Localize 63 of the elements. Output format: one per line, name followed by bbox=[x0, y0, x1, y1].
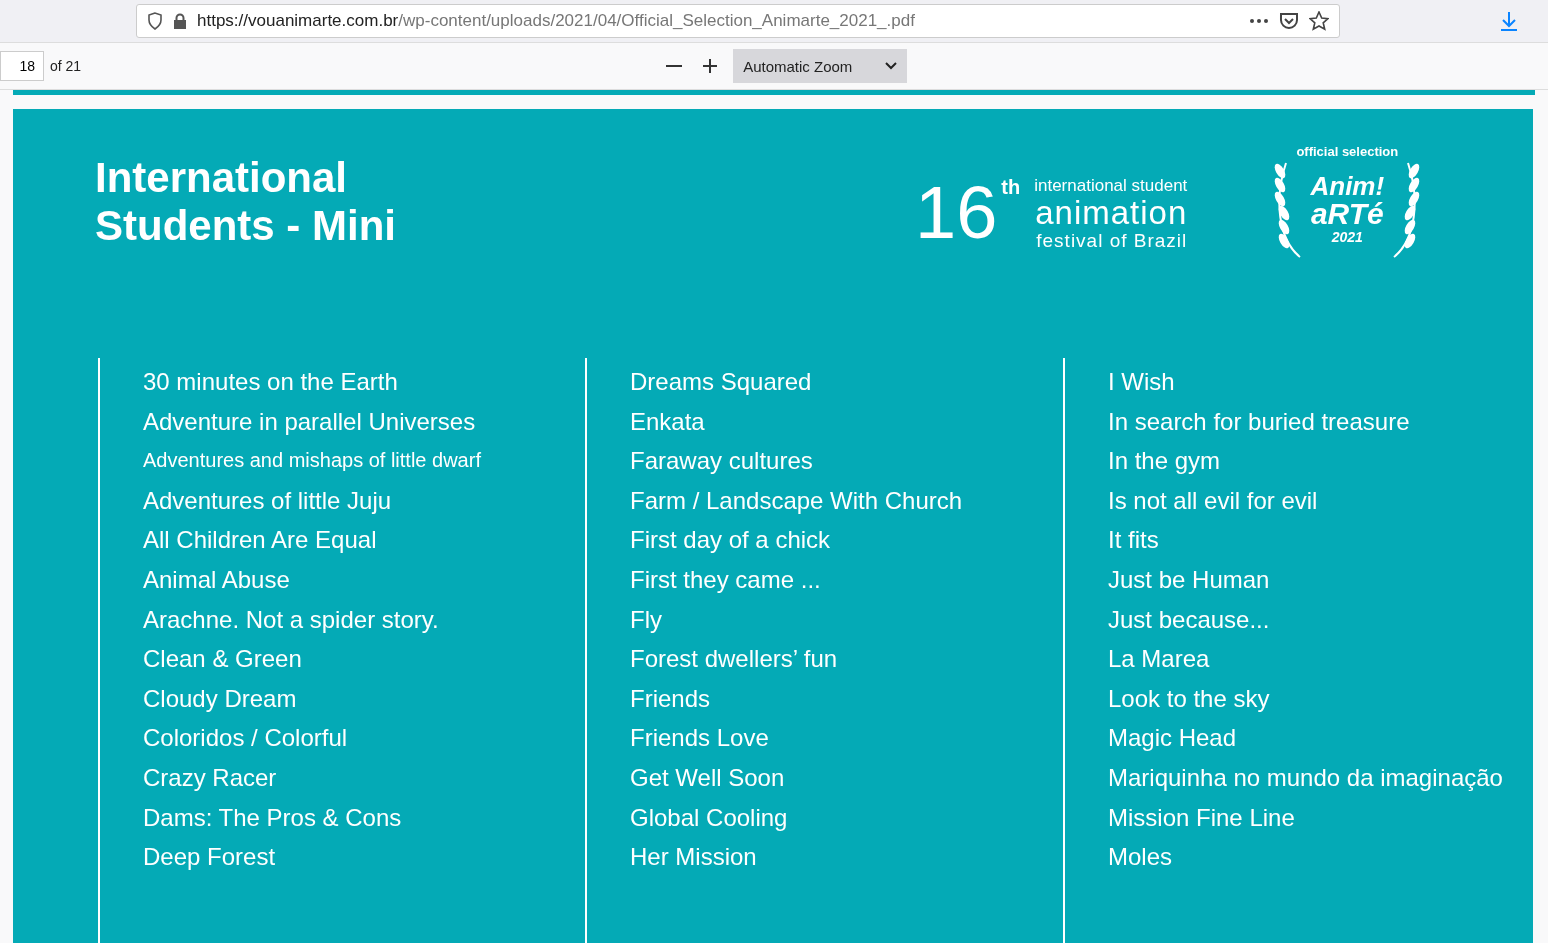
download-icon[interactable] bbox=[1500, 11, 1518, 31]
zoom-select[interactable]: Automatic Zoom bbox=[733, 49, 908, 83]
film-title: Adventures and mishaps of little dwarf bbox=[143, 448, 482, 474]
film-title: Friends Love bbox=[630, 723, 770, 754]
lock-icon bbox=[173, 13, 187, 29]
film-title: 30 minutes on the Earth bbox=[143, 367, 399, 397]
pocket-icon[interactable] bbox=[1279, 12, 1299, 30]
film-title: Just because... bbox=[1108, 604, 1271, 635]
film-title: Magic Head bbox=[1108, 723, 1238, 754]
film-title: Deep Forest bbox=[143, 842, 277, 873]
edition-suffix: th bbox=[1001, 176, 1021, 199]
festival-name: animation bbox=[1035, 196, 1188, 230]
film-title: Adventure in parallel Universes bbox=[143, 406, 477, 437]
film-title: La Marea bbox=[1108, 644, 1211, 675]
minus-icon bbox=[666, 65, 683, 67]
film-title: Friends bbox=[630, 683, 712, 714]
film-title: Enkata bbox=[630, 406, 706, 437]
film-title: First day of a chick bbox=[630, 525, 832, 556]
festival-line: festival of Brazil bbox=[1036, 230, 1188, 252]
film-title: Crazy Racer bbox=[143, 762, 278, 793]
film-title: Arachne. Not a spider story. bbox=[143, 604, 440, 635]
film-title: Fly bbox=[630, 604, 663, 635]
film-title: Faraway cultures bbox=[630, 446, 814, 477]
film-title: Moles bbox=[1108, 842, 1174, 873]
caret-icon bbox=[885, 62, 898, 70]
more-icon[interactable] bbox=[1249, 18, 1269, 24]
logo-word: Anim! bbox=[1310, 172, 1385, 200]
film-title: Look to the sky bbox=[1108, 683, 1271, 714]
film-title: Coloridos / Colorful bbox=[143, 723, 349, 754]
star-icon[interactable] bbox=[1309, 11, 1329, 31]
film-title: Forest dwellers’ fun bbox=[630, 644, 839, 675]
address-bar[interactable]: https://vouanimarte.com.br/wp-content/uploads/2021/04/Official_Selection_Animarte_2021_.pdf bbox=[136, 4, 1340, 38]
logo-word: aRTé bbox=[1310, 200, 1384, 228]
film-title: Farm / Landscape With Church bbox=[630, 485, 964, 516]
film-title: Mission Fine Line bbox=[1108, 802, 1296, 833]
laurel-caption: official selection bbox=[1296, 144, 1399, 159]
film-title: All Children Are Equal bbox=[143, 525, 378, 556]
shield-icon bbox=[147, 12, 163, 30]
film-title: Adventures of little Juju bbox=[143, 485, 393, 516]
film-title: In search for buried treasure bbox=[1108, 406, 1411, 437]
logo-year: 2021 bbox=[1331, 228, 1363, 246]
film-title: Just be Human bbox=[1108, 564, 1271, 595]
page-number-field[interactable]: 18 bbox=[0, 51, 44, 81]
film-title: Global Cooling bbox=[630, 802, 789, 833]
page-title: International Students - Mini bbox=[95, 154, 397, 250]
film-title: I Wish bbox=[1108, 367, 1176, 397]
film-title: Is not all evil for evil bbox=[1108, 485, 1319, 516]
edition-number: 16 bbox=[915, 176, 998, 250]
film-title: In the gym bbox=[1108, 446, 1222, 477]
film-title: Dams: The Pros & Cons bbox=[143, 802, 403, 833]
url-text: https://vouanimarte.com.br/wp-content/uploads/2021/04/Official_Selection_Animarte_2021_.pdf bbox=[197, 11, 916, 31]
film-title: Her Mission bbox=[630, 842, 758, 873]
page-count: of 21 bbox=[50, 58, 82, 74]
film-title: First they came ... bbox=[630, 564, 822, 595]
film-title: It fits bbox=[1108, 525, 1160, 556]
film-title: Get Well Soon bbox=[630, 762, 786, 793]
plus-icon bbox=[701, 57, 720, 75]
film-title: Clean & Green bbox=[143, 644, 303, 675]
film-title: Dreams Squared bbox=[630, 367, 813, 397]
film-title: Animal Abuse bbox=[143, 564, 291, 595]
festival-line: international student bbox=[1034, 176, 1188, 196]
film-title: Mariquinha no mundo da imaginação bbox=[1108, 762, 1503, 793]
film-title: Cloudy Dream bbox=[143, 683, 298, 714]
